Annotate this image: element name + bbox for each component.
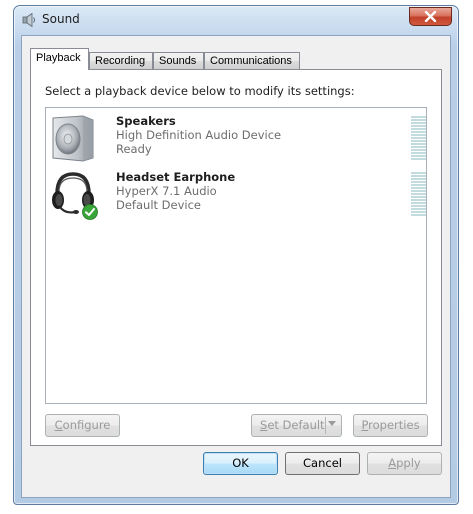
green-checkmark-icon xyxy=(82,204,98,220)
split-separator xyxy=(325,417,326,434)
speaker-device-icon xyxy=(49,114,97,162)
set-default-label-rest: et Default xyxy=(267,418,325,432)
cancel-button[interactable]: Cancel xyxy=(285,452,360,475)
configure-label-rest: onfigure xyxy=(62,418,111,432)
volume-meter xyxy=(411,116,426,161)
cancel-label: Cancel xyxy=(303,456,342,470)
ok-button[interactable]: OK xyxy=(203,452,278,475)
configure-button[interactable]: Configure xyxy=(45,414,120,437)
volume-meter xyxy=(411,172,426,217)
set-default-button[interactable]: Set Default xyxy=(251,414,342,437)
speaker-icon xyxy=(21,12,37,28)
tab-label: Communications xyxy=(210,55,292,67)
apply-button[interactable]: Apply xyxy=(367,452,442,475)
device-name: Headset Earphone xyxy=(116,170,236,184)
tab-label: Playback xyxy=(36,52,81,64)
configure-hotkey: C xyxy=(54,418,63,432)
tab-sounds[interactable]: Sounds xyxy=(153,52,204,69)
chevron-down-icon[interactable] xyxy=(328,421,336,426)
apply-hotkey: A xyxy=(388,456,397,470)
device-status: Ready xyxy=(116,142,152,156)
device-description: High Definition Audio Device xyxy=(116,128,282,142)
title-bar[interactable]: Sound xyxy=(14,6,458,34)
tab-label: Sounds xyxy=(159,55,197,67)
playback-panel: Select a playback device below to modify… xyxy=(30,69,442,446)
dialog-client-area: Playback Recording Sounds Communications… xyxy=(21,35,451,498)
sound-dialog-window: Sound Playback Recording Sounds Communic… xyxy=(13,5,459,505)
properties-button[interactable]: Properties xyxy=(353,414,428,437)
instruction-text: Select a playback device below to modify… xyxy=(45,84,355,98)
tab-recording[interactable]: Recording xyxy=(89,52,153,69)
device-list[interactable]: Speakers High Definition Audio Device Re… xyxy=(45,107,427,404)
apply-label-rest: pply xyxy=(396,456,421,470)
device-status: Default Device xyxy=(116,198,202,212)
device-item-headset[interactable]: Headset Earphone HyperX 7.1 Audio Defaul… xyxy=(46,166,426,224)
tab-playback[interactable]: Playback xyxy=(30,48,89,70)
properties-label-rest: roperties xyxy=(368,418,420,432)
close-icon xyxy=(424,11,437,22)
device-item-speakers[interactable]: Speakers High Definition Audio Device Re… xyxy=(46,110,426,168)
tab-label: Recording xyxy=(95,55,146,67)
ok-label: OK xyxy=(232,456,249,470)
device-name: Speakers xyxy=(116,114,176,128)
tab-communications[interactable]: Communications xyxy=(204,52,300,69)
device-description: HyperX 7.1 Audio xyxy=(116,184,217,198)
close-button[interactable] xyxy=(409,7,452,26)
window-title: Sound xyxy=(42,12,80,26)
